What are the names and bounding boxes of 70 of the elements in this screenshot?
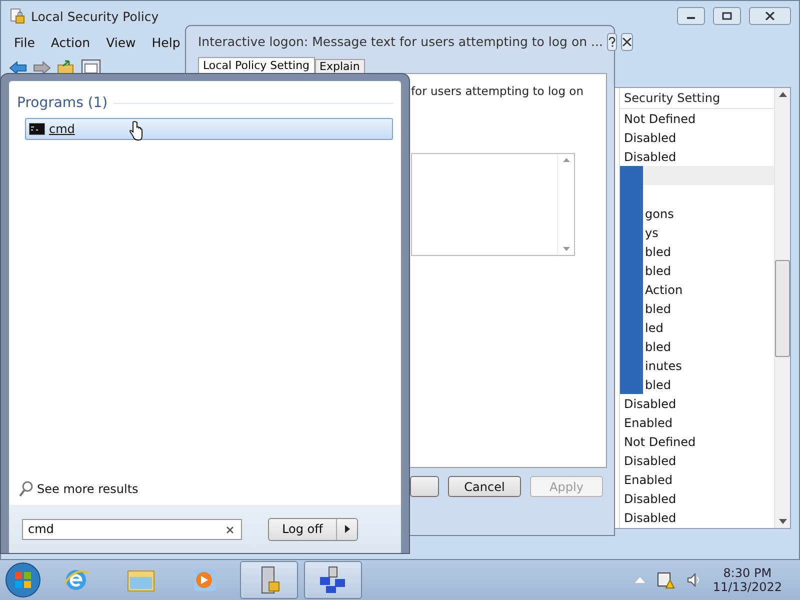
list-cell[interactable]: Disabled [624, 510, 676, 524]
message-text-field[interactable] [411, 153, 575, 256]
result-label: cmd [49, 122, 75, 136]
hand-cursor-icon [129, 121, 143, 141]
list-cell[interactable]: led [645, 320, 664, 334]
list-cell[interactable]: Not Defined [624, 434, 696, 448]
clock-date[interactable]: 11/13/2022 [712, 580, 782, 594]
search-icon[interactable] [19, 481, 33, 498]
list-cell[interactable]: inutes [645, 358, 682, 372]
speaker-icon[interactable] [686, 573, 701, 587]
lock-document-icon [9, 8, 25, 24]
back-arrow-icon[interactable] [9, 61, 27, 75]
help-button[interactable] [606, 32, 617, 50]
scroll-up-icon[interactable] [562, 158, 570, 162]
list-cell[interactable]: Enabled [624, 472, 672, 486]
window-title: Local Security Policy [31, 8, 159, 24]
help-icon [608, 36, 616, 46]
maximize-button[interactable] [713, 7, 741, 25]
list-cell[interactable]: bled [645, 264, 671, 278]
scroll-down-icon[interactable] [562, 247, 570, 251]
list-cell[interactable]: bled [645, 302, 671, 316]
list-cell[interactable]: Disabled [624, 492, 676, 506]
network-computers-icon [318, 565, 348, 595]
maximize-icon [722, 12, 732, 20]
dialog-title: Interactive logon: Message text for users attempting to log on ... [198, 34, 603, 49]
list-cell[interactable]: Disabled [624, 130, 676, 144]
search-result[interactable]: cmd [25, 118, 393, 140]
list-cell[interactable]: Action [645, 282, 683, 296]
network-warning-icon[interactable] [656, 571, 675, 589]
forward-arrow-icon[interactable] [33, 61, 51, 75]
search-field[interactable]: cmd [22, 518, 242, 540]
link[interactable]: See more results [37, 482, 138, 496]
button[interactable]: Cancel [448, 476, 521, 497]
close-icon [622, 38, 632, 46]
clock-time[interactable]: 8:30 PM [723, 566, 772, 580]
list-cell[interactable]: gons [645, 206, 674, 220]
list-cell[interactable]: bled [645, 244, 671, 258]
list-cell[interactable]: Disabled [624, 150, 676, 164]
policy-description: for users attempting to log on [411, 84, 584, 98]
tab[interactable]: Explain [314, 59, 365, 73]
scroll-down-icon[interactable] [778, 519, 786, 524]
wallpaper-fragment [620, 166, 643, 185]
list-cell[interactable]: bled [645, 340, 671, 354]
dialog-button[interactable] [410, 476, 439, 497]
taskbar-button[interactable] [304, 561, 362, 599]
list-cell[interactable]: Not Defined [624, 112, 696, 126]
minimize-button[interactable] [677, 7, 705, 25]
list-cell[interactable]: Disabled [624, 396, 676, 410]
list-cell[interactable]: Enabled [624, 416, 672, 430]
close-icon [765, 12, 775, 20]
menu-item[interactable]: Action [46, 34, 96, 50]
taskbar-button[interactable] [240, 561, 298, 599]
list-cell[interactable]: ys [645, 226, 658, 240]
triangle-right-icon [344, 525, 350, 534]
section-heading: Programs (1) [17, 95, 108, 111]
console-icon [29, 123, 45, 135]
menu-item[interactable]: View [101, 34, 141, 50]
list-cell[interactable]: Disabled [624, 454, 676, 468]
list-row[interactable] [620, 166, 774, 185]
start-orb-icon[interactable] [4, 561, 42, 599]
list-cell[interactable]: bled [645, 378, 671, 392]
scrollbar[interactable] [774, 88, 790, 528]
wallpaper-fragment [620, 375, 643, 394]
menu-item[interactable]: Help [146, 34, 186, 50]
clear-icon[interactable] [226, 526, 234, 534]
menu-item[interactable]: File [9, 34, 40, 50]
close-button[interactable] [749, 7, 791, 25]
scroll-thumb[interactable] [775, 260, 790, 356]
tab[interactable]: Local Policy Setting [198, 57, 315, 73]
scroll-up-icon[interactable] [778, 92, 786, 97]
